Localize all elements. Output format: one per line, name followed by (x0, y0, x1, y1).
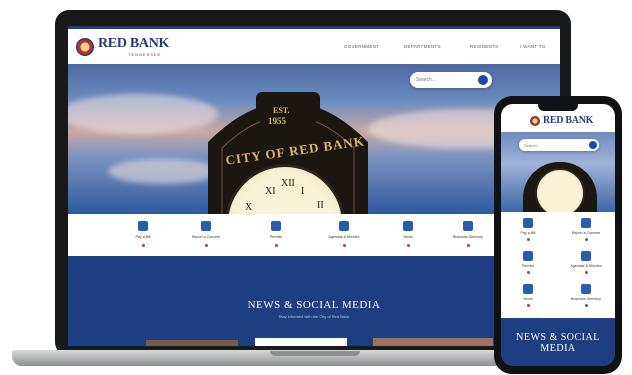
link-dot (527, 304, 530, 307)
mobile-search-box[interactable] (519, 139, 599, 151)
phone-notch (538, 104, 578, 111)
person-icon (201, 221, 211, 231)
quick-link-label: News (403, 235, 413, 239)
quick-link-label: Pay a Bill (520, 231, 536, 235)
site-header: RED BANK TENNESSEE GOVERNMENT DEPARTMENT… (68, 26, 560, 64)
mobile-search-input[interactable] (524, 141, 580, 149)
city-seal-logo[interactable] (76, 38, 94, 56)
news-card-image[interactable] (146, 340, 238, 346)
person-icon (581, 218, 591, 228)
quick-link-label: Business Directory (453, 235, 483, 239)
city-seal-logo[interactable] (530, 116, 540, 126)
news-section: NEWS & SOCIAL MEDIA Stay informed with t… (68, 256, 560, 346)
link-dot (467, 244, 470, 247)
news-title: NEWS & SOCIAL MEDIA (247, 299, 381, 311)
link-dot (527, 238, 530, 241)
clock-numerals: XI XII I X II (245, 178, 324, 213)
hero-banner: EST. 1955 CITY OF RED BANK XI XII I X II (68, 64, 560, 214)
laptop-screen: RED BANK TENNESSEE GOVERNMENT DEPARTMENT… (68, 26, 560, 346)
payment-icon (523, 218, 533, 228)
clock-est-label: EST. (273, 106, 290, 115)
search-icon[interactable] (589, 141, 597, 149)
svg-text:X: X (245, 202, 253, 213)
svg-text:I: I (301, 186, 304, 197)
document-icon (523, 284, 533, 294)
quick-link-label: Agendas & Minutes (328, 235, 360, 239)
link-dot (585, 238, 588, 241)
phone-screen: RED BANK Pay a Bill Report a Concern Per… (501, 104, 615, 366)
building-icon (581, 284, 591, 294)
quick-link-label: Pay a Bill (135, 235, 151, 239)
mobile-clock-face (535, 168, 585, 212)
svg-text:XI: XI (265, 186, 276, 197)
quick-link-label: Business Directory (571, 297, 601, 301)
link-dot (527, 271, 530, 274)
quick-link-label: Report a Concern (191, 235, 221, 239)
news-card[interactable] (255, 338, 347, 346)
svg-text:II: II (317, 200, 324, 211)
document-icon (523, 251, 533, 261)
mobile-quick-links: Pay a Bill Report a Concern Permits Agen… (501, 212, 615, 318)
search-input[interactable] (416, 75, 472, 85)
link-dot (585, 304, 588, 307)
nav-item-government[interactable]: GOVERNMENT (344, 44, 379, 49)
link-dot (205, 244, 208, 247)
clock-year-label: 1955 (268, 116, 286, 126)
mobile-news-title-line2: MEDIA (540, 343, 576, 354)
document-icon (271, 221, 281, 231)
quick-link-label: Report a Concern (571, 231, 601, 235)
brand-subtitle: TENNESSEE (128, 52, 162, 57)
svg-text:XII: XII (281, 178, 295, 189)
nav-item-i-want-to[interactable]: I WANT TO (520, 44, 546, 49)
link-dot (142, 244, 145, 247)
nav-item-residents[interactable]: RESIDENTS (470, 44, 498, 49)
quick-link-label: News (523, 297, 533, 301)
news-subtitle: Stay informed with the City of Red Bank (278, 314, 350, 319)
payment-icon (138, 221, 148, 231)
link-dot (343, 244, 346, 247)
quick-link-label: Permits (269, 235, 283, 239)
document-icon (403, 221, 413, 231)
mobile-brand-name[interactable]: RED BANK (543, 115, 593, 126)
search-icon[interactable] (478, 75, 488, 85)
mobile-news-title-line1: NEWS & SOCIAL (516, 332, 600, 343)
clipboard-icon (581, 251, 591, 261)
clipboard-icon (339, 221, 349, 231)
link-dot (275, 244, 278, 247)
mobile-hero (501, 132, 615, 212)
quick-links-bar: Pay a Bill Report a Concern Permits Agen… (68, 214, 560, 256)
brand-name[interactable]: RED BANK (98, 36, 169, 52)
link-dot (407, 244, 410, 247)
link-dot (585, 271, 588, 274)
quick-link-label: Agendas & Minutes (570, 264, 602, 268)
search-box[interactable] (410, 72, 492, 88)
building-icon (463, 221, 473, 231)
quick-link-label: Permits (521, 264, 535, 268)
nav-item-departments[interactable]: DEPARTMENTS (404, 44, 441, 49)
social-card-image[interactable] (373, 338, 493, 346)
laptop-hinge-notch (270, 351, 360, 356)
